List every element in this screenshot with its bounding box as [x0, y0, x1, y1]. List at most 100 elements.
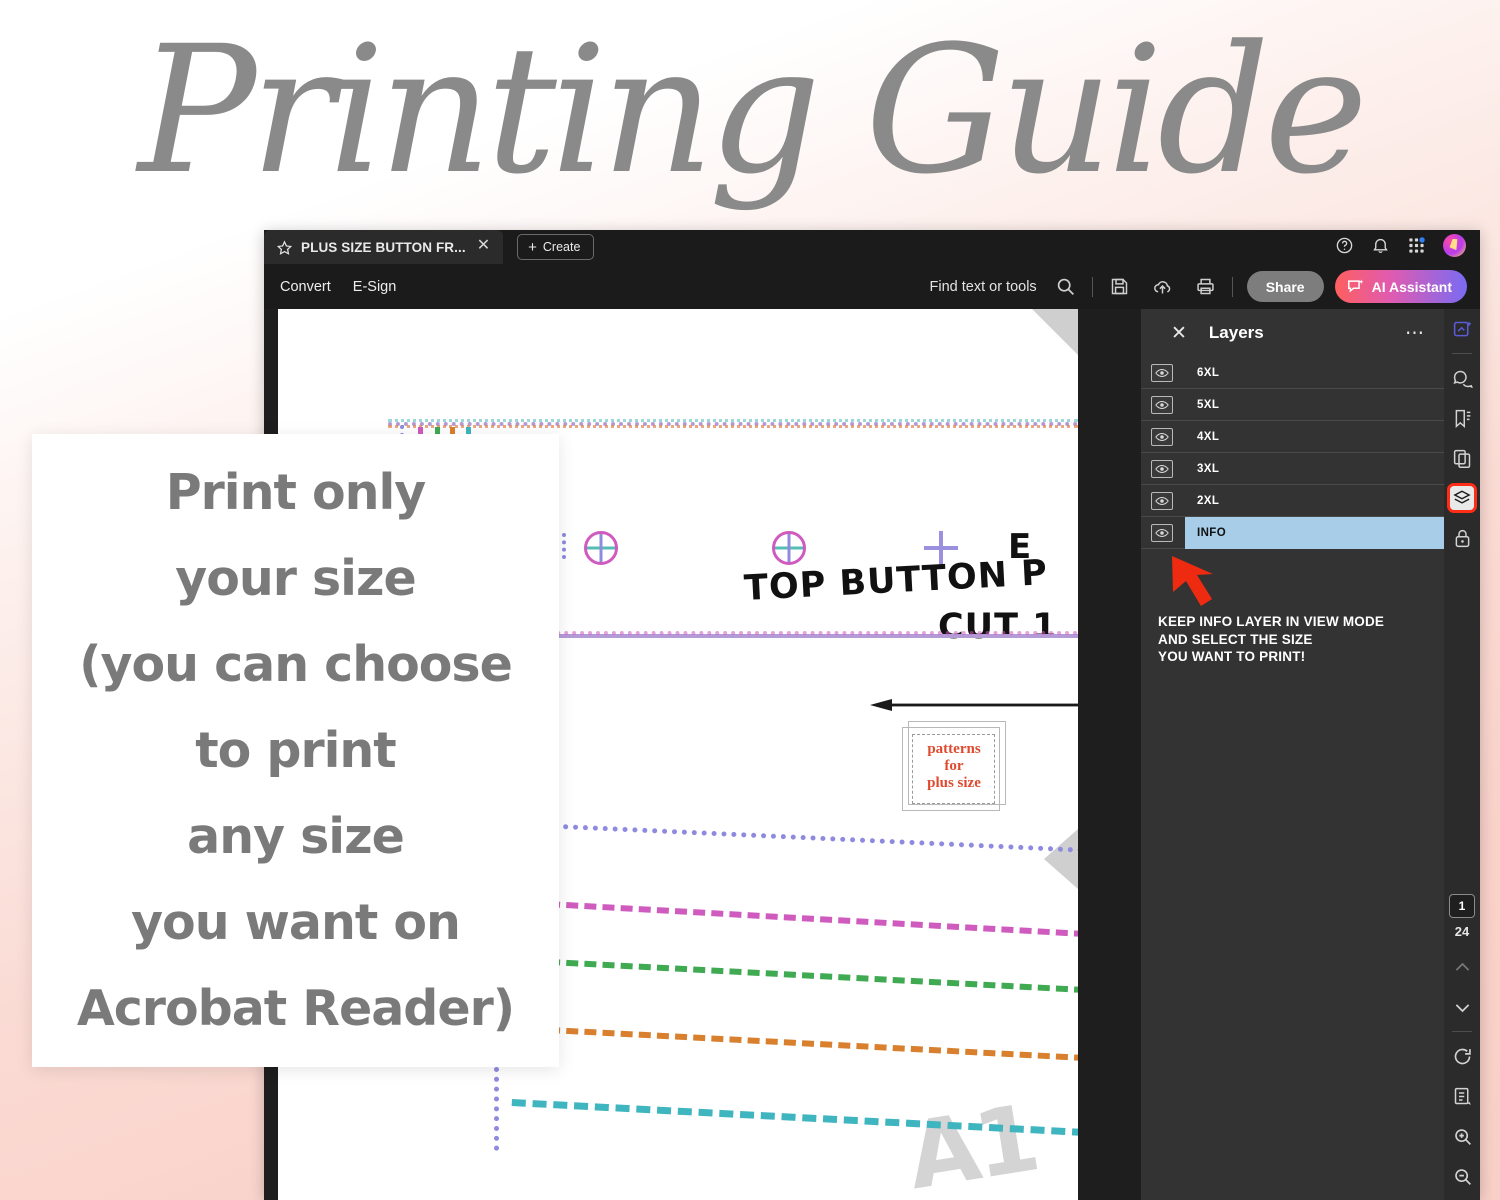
- left-arrow-icon: [870, 697, 1078, 713]
- close-icon[interactable]: ✕: [475, 238, 492, 256]
- user-avatar[interactable]: [1443, 234, 1466, 257]
- chevron-up-icon[interactable]: [1444, 947, 1480, 987]
- rotate-clockwise-icon[interactable]: [1444, 1036, 1480, 1076]
- pages-thumbnail-icon[interactable]: [1444, 438, 1480, 478]
- menu-convert[interactable]: Convert: [269, 279, 342, 295]
- layers-rail-button[interactable]: [1444, 478, 1480, 518]
- close-icon[interactable]: ✕: [1171, 324, 1187, 343]
- layer-visibility-toggle[interactable]: [1151, 492, 1173, 510]
- fit-page-icon[interactable]: [1444, 1076, 1480, 1116]
- instruction-line-2: your size: [77, 536, 514, 622]
- notifications-bell-icon[interactable]: [1371, 236, 1390, 255]
- bookmarks-glyph: [1452, 408, 1473, 429]
- apps-grid-icon[interactable]: [1407, 236, 1426, 255]
- help-icon[interactable]: [1335, 236, 1354, 255]
- layer-name: 3XL: [1185, 453, 1444, 485]
- pattern-guide-line-top-orange: [388, 425, 1078, 428]
- toolbar-divider-2: [1232, 277, 1233, 297]
- rail-divider: [1452, 353, 1472, 354]
- save-button[interactable]: [1098, 276, 1141, 297]
- pattern-size-line-orange: [512, 1025, 1078, 1061]
- plus-icon: +: [528, 240, 537, 255]
- layer-row-selected[interactable]: INFO: [1141, 517, 1444, 549]
- layer-name: 6XL: [1185, 357, 1444, 389]
- create-button[interactable]: + Create: [517, 234, 594, 260]
- print-button[interactable]: [1184, 276, 1227, 297]
- logo-line-3: plus size: [902, 775, 1006, 792]
- pattern-size-line-green: [512, 957, 1078, 993]
- comments-icon[interactable]: [1444, 358, 1480, 398]
- instruction-line-5: any size: [77, 794, 514, 880]
- rail-divider-2: [1452, 1031, 1472, 1032]
- eye-icon: [1155, 400, 1169, 410]
- layer-row[interactable]: 4XL: [1141, 421, 1444, 453]
- share-button[interactable]: Share: [1247, 271, 1324, 302]
- ai-assistant-button[interactable]: AI Assistant: [1335, 270, 1467, 303]
- instruction-overlay-text: Print only your size (you can choose to …: [77, 450, 514, 1052]
- document-tab[interactable]: PLUS SIZE BUTTON FR... ✕: [264, 230, 503, 264]
- tab-strip: PLUS SIZE BUTTON FR... ✕ + Create: [264, 230, 1480, 264]
- page-number-input[interactable]: 1: [1449, 894, 1475, 918]
- share-button-label: Share: [1266, 279, 1305, 295]
- toolbar-divider: [1092, 277, 1093, 297]
- pattern-guide-line-top-teal: [388, 419, 1078, 422]
- eye-icon: [1155, 464, 1169, 474]
- layer-row[interactable]: 6XL: [1141, 357, 1444, 389]
- menu-bar: Convert E-Sign: [264, 279, 407, 295]
- pattern-size-line-magenta: [512, 899, 1078, 937]
- edit-pdf-icon[interactable]: [1444, 309, 1480, 349]
- zoom-in-icon[interactable]: [1444, 1116, 1480, 1156]
- layer-name: INFO: [1185, 517, 1444, 549]
- more-options-icon[interactable]: ⋯: [1405, 322, 1426, 345]
- instruction-line-7: Acrobat Reader): [77, 966, 514, 1052]
- layer-visibility-toggle[interactable]: [1151, 364, 1173, 382]
- page-corner-marker-top-right: [1032, 309, 1078, 355]
- logo-line-2: for: [902, 758, 1006, 775]
- red-arrow-icon: [1168, 552, 1258, 642]
- layers-list: 6XL 5XL: [1141, 357, 1444, 549]
- logo-text: patterns for plus size: [902, 741, 1006, 792]
- layer-name: 5XL: [1185, 389, 1444, 421]
- edit-pdf-glyph: [1452, 319, 1473, 340]
- main-toolbar: Convert E-Sign Find text or tools: [264, 264, 1480, 309]
- search-button[interactable]: [1044, 276, 1087, 297]
- chevron-down-glyph: [1452, 997, 1473, 1018]
- toolbar-actions: Find text or tools: [930, 264, 1468, 309]
- registration-mark-icon-left: [584, 531, 618, 565]
- pages-glyph: [1452, 448, 1473, 469]
- layer-name: 4XL: [1185, 421, 1444, 453]
- star-icon[interactable]: [277, 240, 292, 255]
- ai-assistant-label: AI Assistant: [1372, 279, 1452, 295]
- instruction-line-3: (you can choose: [77, 622, 514, 708]
- zoom-out-glyph: [1452, 1166, 1473, 1187]
- eye-icon: [1155, 496, 1169, 506]
- pattern-guide-tick: [562, 533, 566, 559]
- upload-button[interactable]: [1141, 276, 1184, 297]
- chevron-down-icon[interactable]: [1444, 987, 1480, 1027]
- cloud-upload-icon: [1152, 276, 1173, 297]
- search-icon: [1055, 276, 1076, 297]
- menu-e-sign[interactable]: E-Sign: [342, 279, 408, 295]
- find-label: Find text or tools: [930, 279, 1037, 295]
- layer-row[interactable]: 3XL: [1141, 453, 1444, 485]
- layer-visibility-toggle[interactable]: [1151, 396, 1173, 414]
- bookmarks-icon[interactable]: [1444, 398, 1480, 438]
- layer-visibility-toggle[interactable]: [1151, 460, 1173, 478]
- layer-visibility-toggle[interactable]: [1151, 524, 1173, 542]
- pattern-outline-dotted: [494, 821, 1078, 853]
- red-arrow-annotation: [1168, 552, 1258, 642]
- protect-lock-icon[interactable]: [1444, 518, 1480, 558]
- zoom-out-icon[interactable]: [1444, 1156, 1480, 1196]
- layer-visibility-toggle[interactable]: [1151, 428, 1173, 446]
- lock-glyph: [1452, 528, 1473, 549]
- layers-panel-title: Layers: [1209, 323, 1264, 343]
- layer-row[interactable]: 2XL: [1141, 485, 1444, 517]
- eye-icon: [1155, 368, 1169, 378]
- instruction-line-4: to print: [77, 708, 514, 794]
- layer-row[interactable]: 5XL: [1141, 389, 1444, 421]
- eye-icon: [1155, 432, 1169, 442]
- comments-glyph: [1452, 368, 1473, 389]
- document-tab-label: PLUS SIZE BUTTON FR...: [301, 240, 466, 255]
- fit-page-glyph: [1452, 1086, 1473, 1107]
- brand-logo: patterns for plus size: [902, 721, 1006, 813]
